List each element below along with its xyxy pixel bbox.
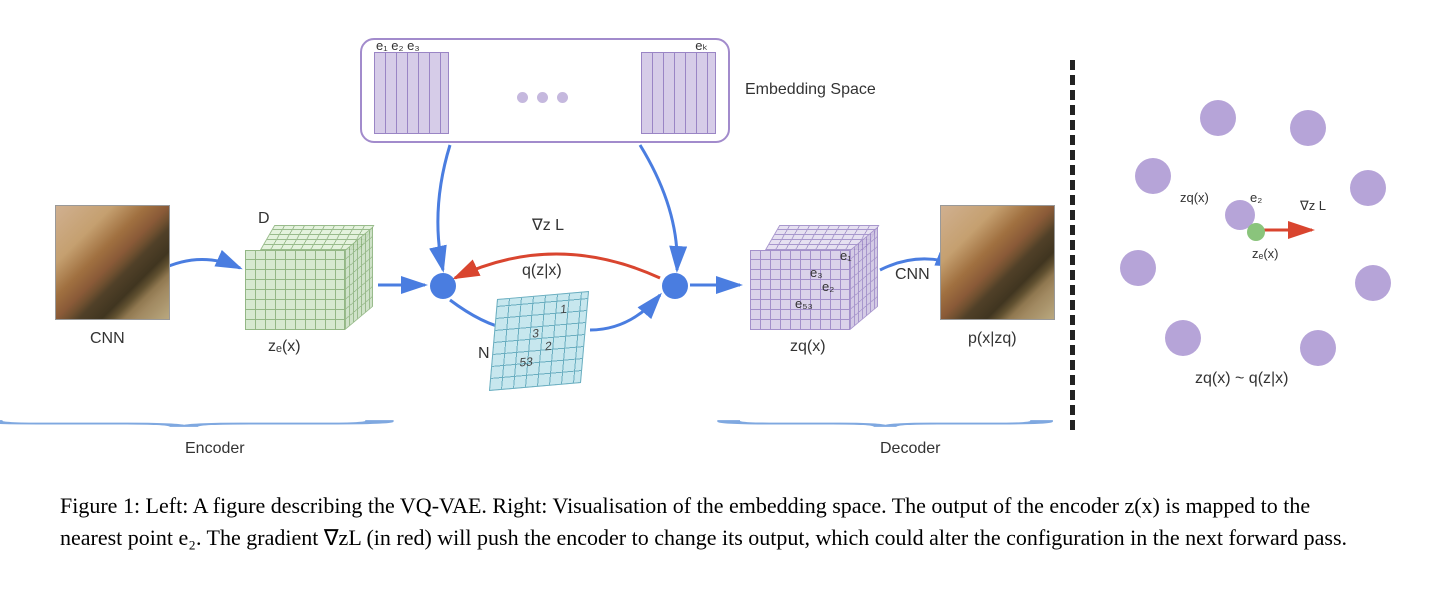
n-dim-label: N (478, 345, 490, 363)
e2-right-label: e₂ (1250, 190, 1262, 205)
codebook-block-right (641, 52, 716, 134)
codebook-indices: e₁ e₂ e₃ (376, 38, 420, 53)
cnn-label-decoder: CNN (895, 266, 930, 284)
e53-cube: e₅₃ (795, 296, 813, 311)
embedding-dot (1355, 265, 1391, 301)
ze-dot (1247, 223, 1265, 241)
ze-right-label: zₑ(x) (1252, 246, 1279, 261)
ellipsis-dot (517, 92, 528, 103)
decoder-brace: } (704, 420, 1116, 428)
embedding-dot (1290, 110, 1326, 146)
blue-dot-right (662, 273, 688, 299)
codebook-last: eₖ (695, 38, 708, 54)
grid-cell: 1 (556, 301, 571, 316)
grid-cell: 3 (528, 326, 543, 341)
grad-right-label: ∇z L (1300, 198, 1326, 214)
cnn-label-encoder: CNN (90, 330, 125, 348)
output-image (940, 205, 1055, 320)
qzx-label: q(z|x) (522, 262, 562, 280)
encoder-brace: } (0, 420, 473, 428)
decoder-label: Decoder (880, 440, 940, 458)
encoder-cube (245, 225, 375, 330)
embedding-codebook: e₁ e₂ e₃ eₖ (360, 38, 730, 143)
embedding-dot (1300, 330, 1336, 366)
px-label: p(x|zq) (968, 330, 1017, 348)
ellipsis-dot (537, 92, 548, 103)
indices-grid: 1 3 2 53 (489, 291, 589, 391)
embedding-space-label: Embedding Space (745, 80, 876, 99)
ellipsis-dot (557, 92, 568, 103)
grad-label: ∇z L (532, 215, 564, 235)
ze-label: zₑ(x) (268, 338, 301, 356)
embedding-dot (1200, 100, 1236, 136)
e2-cube: e₂ (822, 279, 834, 294)
d-label: D (258, 210, 270, 228)
grid-cell: 2 (541, 339, 556, 354)
embedding-dot (1350, 170, 1386, 206)
input-image (55, 205, 170, 320)
e3-cube: e₃ (810, 265, 823, 280)
grid-cell: 53 (516, 354, 537, 370)
zq-label: zq(x) (790, 338, 826, 356)
embedding-dot (1120, 250, 1156, 286)
zq-right-label: zq(x) (1180, 190, 1209, 205)
figure-caption: Figure 1: Left: A figure describing the … (0, 470, 1430, 564)
encoder-label: Encoder (185, 440, 245, 458)
vqvae-diagram: CNN D zₑ(x) e₁ e₂ e₃ eₖ Embedding Space … (0, 0, 1430, 470)
divider (1070, 60, 1075, 430)
embedding-dot (1135, 158, 1171, 194)
embedding-dot (1165, 320, 1201, 356)
blue-dot-left (430, 273, 456, 299)
codebook-block-left (374, 52, 449, 134)
sample-label: zq(x) ~ q(z|x) (1195, 370, 1289, 388)
e1-cube: e₁ (840, 248, 852, 263)
